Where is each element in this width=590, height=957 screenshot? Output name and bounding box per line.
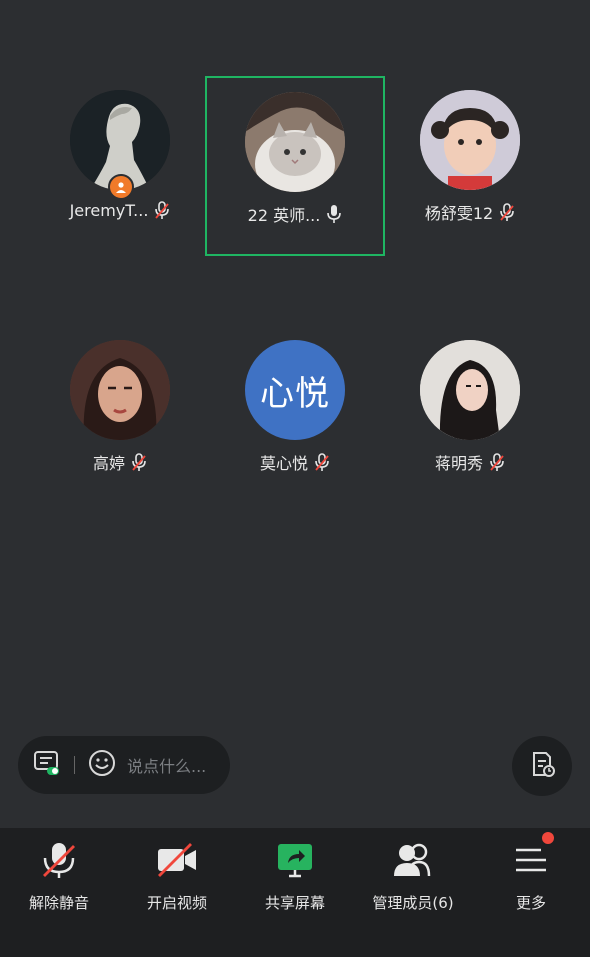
share-screen-icon xyxy=(275,840,315,884)
participant-name: 高婷 xyxy=(92,454,125,473)
avatar xyxy=(70,340,170,440)
menu-icon xyxy=(511,840,551,884)
notification-dot xyxy=(542,832,554,844)
camera-off-icon xyxy=(155,840,199,884)
unmute-button[interactable]: 解除静音 xyxy=(0,828,118,913)
participant-name: 22 英师... xyxy=(247,206,321,225)
emoji-icon[interactable] xyxy=(87,748,117,782)
mic-muted-icon xyxy=(131,452,147,472)
participant-tile-jeremy[interactable]: JeremyT... xyxy=(30,78,210,258)
document-icon xyxy=(527,749,557,783)
participant-name: 杨舒雯12 xyxy=(424,204,494,223)
chat-placeholder[interactable]: 说点什么... xyxy=(127,753,206,777)
mic-muted-icon xyxy=(489,452,505,472)
chat-input-bar[interactable]: 说点什么... xyxy=(18,736,230,794)
mic-muted-icon xyxy=(499,202,515,222)
start-video-label: 开启视频 xyxy=(146,894,207,912)
participant-tile-yang[interactable]: 杨舒雯12 xyxy=(380,78,560,258)
host-badge xyxy=(108,174,134,200)
avatar-initials: 心悦 xyxy=(260,373,330,414)
manage-members-button[interactable]: 管理成员(6) xyxy=(354,828,472,913)
mic-on-icon xyxy=(326,204,342,224)
mic-muted-icon xyxy=(39,840,79,884)
avatar: 心悦 xyxy=(245,340,345,440)
meeting-toolbar: 解除静音 开启视频 共享屏幕 管理成员(6) 更多 xyxy=(0,828,590,957)
divider xyxy=(74,756,75,774)
members-icon xyxy=(391,840,435,884)
avatar xyxy=(245,92,345,192)
manage-members-label: 管理成员(6) xyxy=(372,894,454,912)
participant-tile-jiang[interactable]: 蒋明秀 xyxy=(380,328,560,508)
participant-tile-gao[interactable]: 高婷 xyxy=(30,328,210,508)
avatar xyxy=(420,90,520,190)
share-screen-button[interactable]: 共享屏幕 xyxy=(236,828,354,913)
more-label: 更多 xyxy=(515,894,546,912)
participant-name: 蒋明秀 xyxy=(434,454,483,473)
participant-tile-speaking[interactable]: 22 英师... xyxy=(205,76,385,256)
mic-muted-icon xyxy=(154,200,170,220)
share-screen-label: 共享屏幕 xyxy=(264,894,325,912)
meeting-screen: JeremyT... 22 英师... 杨舒雯12 高婷 心悦 莫心悦 蒋明秀 … xyxy=(0,0,590,957)
participant-name: 莫心悦 xyxy=(259,454,308,473)
avatar xyxy=(420,340,520,440)
start-video-button[interactable]: 开启视频 xyxy=(118,828,236,913)
mic-muted-icon xyxy=(314,452,330,472)
participant-tile-mo[interactable]: 心悦 莫心悦 xyxy=(205,328,385,508)
notes-button[interactable] xyxy=(512,736,572,796)
more-button[interactable]: 更多 xyxy=(472,828,590,913)
participant-name: JeremyT... xyxy=(69,200,149,220)
chat-list-icon[interactable] xyxy=(32,748,62,782)
unmute-label: 解除静音 xyxy=(28,894,89,912)
